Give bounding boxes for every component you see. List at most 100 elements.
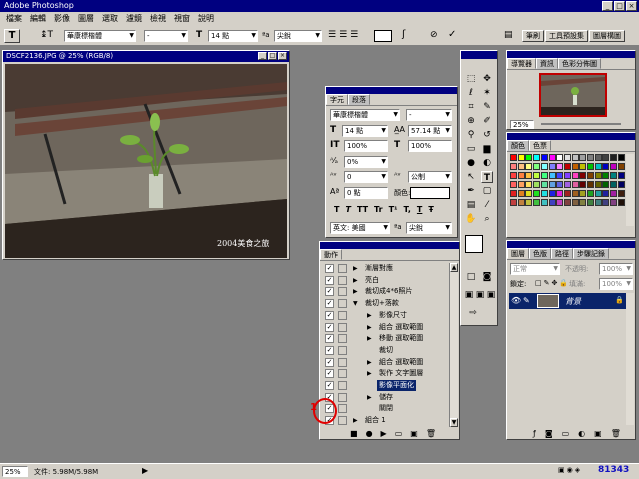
color-swatch[interactable] — [563, 172, 571, 179]
color-swatch[interactable] — [533, 172, 541, 179]
shape-tool-icon[interactable]: ▢ — [481, 185, 493, 197]
close-button[interactable]: × — [626, 1, 637, 11]
commit-icon[interactable]: ✓ — [448, 29, 456, 40]
char-size-select[interactable]: 14 點 — [342, 125, 388, 137]
navigator-zoom-slider[interactable] — [541, 123, 621, 125]
scroll-down-arrow[interactable]: ▼ — [450, 418, 458, 427]
action-checkbox[interactable]: ✓ — [325, 334, 334, 344]
magic-wand-icon[interactable]: ✶ — [481, 87, 493, 99]
text-color-swatch[interactable] — [374, 30, 392, 42]
collapsed-arrow-icon[interactable]: ▶ — [367, 392, 372, 403]
action-item[interactable]: ✓ ▶ 漸層對應 — [321, 263, 450, 274]
actions-palette-title[interactable] — [320, 242, 459, 249]
color-swatch[interactable] — [517, 199, 525, 206]
color-swatch[interactable] — [540, 172, 548, 179]
collapsed-arrow-icon[interactable]: ▶ — [367, 333, 372, 344]
color-swatch[interactable] — [617, 190, 625, 197]
color-swatch[interactable] — [610, 190, 618, 197]
color-swatch[interactable] — [587, 154, 594, 161]
action-item[interactable]: ✓ ▶ 裁切成4*6照片 — [321, 286, 450, 297]
char-font-select[interactable]: 華康標楷體 — [330, 109, 400, 121]
delete-icon[interactable]: 🗑 — [426, 429, 436, 438]
color-swatch[interactable] — [571, 163, 579, 170]
tab-navigator[interactable]: 導覽器 — [507, 58, 536, 69]
collapsed-arrow-icon[interactable]: ▶ — [353, 415, 358, 426]
type-tool-icon[interactable]: T — [481, 171, 493, 183]
color-swatch[interactable] — [587, 181, 594, 188]
navigator-zoom-field[interactable]: 25% — [510, 120, 534, 129]
doc-maximize-button[interactable]: □ — [268, 52, 277, 60]
play-icon[interactable]: ▶ — [381, 429, 387, 438]
dodge-tool-icon[interactable]: ◐ — [481, 157, 493, 169]
menu-layer[interactable]: 圖層 — [74, 12, 98, 26]
color-swatch[interactable] — [548, 172, 556, 179]
tray-icon-1[interactable]: ▣ — [558, 466, 565, 474]
dialog-toggle-box[interactable] — [338, 310, 347, 320]
color-swatch[interactable] — [510, 163, 517, 170]
color-swatch[interactable] — [517, 172, 525, 179]
doc-minimize-button[interactable]: _ — [258, 52, 267, 60]
color-swatch[interactable] — [556, 163, 564, 170]
screen-mode-3-icon[interactable]: ▣ — [485, 289, 497, 301]
color-swatch[interactable] — [540, 154, 548, 161]
doc-close-button[interactable]: × — [278, 52, 287, 60]
color-swatch[interactable] — [548, 190, 556, 197]
action-item[interactable]: ✓ ▶ 儲存 — [321, 392, 450, 403]
palette-well-icon[interactable]: ▤ — [504, 30, 513, 40]
tab-character[interactable]: 字元 — [326, 94, 348, 105]
color-swatch[interactable] — [579, 154, 587, 161]
color-swatch[interactable] — [579, 199, 587, 206]
action-checkbox[interactable]: ✓ — [325, 299, 334, 309]
faux-italic-button[interactable]: T — [345, 205, 350, 214]
color-swatch[interactable] — [602, 172, 610, 179]
color-swatch[interactable] — [571, 181, 579, 188]
color-swatch[interactable] — [510, 172, 517, 179]
color-swatch[interactable] — [602, 199, 610, 206]
superscript-button[interactable]: T¹ — [389, 205, 398, 214]
lock-icons[interactable]: □✎✥🔒 — [535, 279, 570, 287]
action-checkbox[interactable]: ✓ — [325, 310, 334, 320]
collapsed-arrow-icon[interactable]: ▶ — [353, 286, 358, 297]
color-swatch[interactable] — [548, 163, 556, 170]
slice-tool-icon[interactable]: ✎ — [481, 101, 493, 113]
color-swatch[interactable] — [610, 163, 618, 170]
color-swatch[interactable] — [556, 199, 564, 206]
layer-style-icon[interactable]: ƒ — [533, 429, 536, 438]
color-swatch[interactable] — [617, 154, 625, 161]
color-swatch[interactable] — [594, 154, 602, 161]
zoom-tool-icon[interactable]: ⌕ — [481, 213, 493, 225]
layer-visibility-eye-icon[interactable]: 👁 — [511, 296, 521, 305]
color-swatch[interactable] — [533, 190, 541, 197]
color-swatch[interactable] — [540, 190, 548, 197]
warp-text-icon[interactable]: ʃ — [402, 29, 405, 40]
dialog-toggle-box[interactable] — [338, 264, 347, 273]
menu-window[interactable]: 視窗 — [170, 12, 194, 26]
foreground-color-swatch[interactable] — [465, 235, 483, 253]
color-swatch[interactable] — [525, 190, 533, 197]
delete-layer-icon[interactable]: 🗑 — [611, 429, 621, 438]
color-swatch[interactable] — [587, 190, 594, 197]
color-swatch[interactable] — [525, 199, 533, 206]
cancel-icon[interactable]: ⊘ — [430, 30, 438, 40]
char-antialias-select[interactable]: 尖銳 — [406, 222, 452, 234]
strikethrough-button[interactable]: Ŧ — [428, 205, 433, 214]
menu-filter[interactable]: 濾鏡 — [122, 12, 146, 26]
color-swatch[interactable] — [579, 190, 587, 197]
color-swatch[interactable] — [571, 199, 579, 206]
action-item[interactable]: ✓ ▶ 製作 文字圖層 — [321, 368, 450, 379]
color-swatch[interactable] — [517, 154, 525, 161]
color-swatch[interactable] — [571, 190, 579, 197]
swatches-scrollbar[interactable] — [626, 154, 634, 226]
color-swatch[interactable] — [510, 181, 517, 188]
tab-histogram[interactable]: 色彩分佈圖 — [558, 58, 601, 69]
all-caps-button[interactable]: TT — [357, 205, 368, 214]
action-item[interactable]: ✓▶影像平面化 — [321, 380, 450, 391]
marquee-tool-icon[interactable]: ⬚ — [465, 73, 477, 85]
color-swatch[interactable] — [563, 199, 571, 206]
action-checkbox[interactable]: ✓ — [325, 275, 334, 285]
tray-icon-3[interactable]: ◈ — [575, 466, 580, 474]
color-swatch[interactable] — [579, 172, 587, 179]
kerning-select[interactable]: 0 — [344, 171, 388, 183]
subscript-button[interactable]: T, — [404, 205, 411, 214]
brush-tool-icon[interactable]: ✐ — [481, 115, 493, 127]
